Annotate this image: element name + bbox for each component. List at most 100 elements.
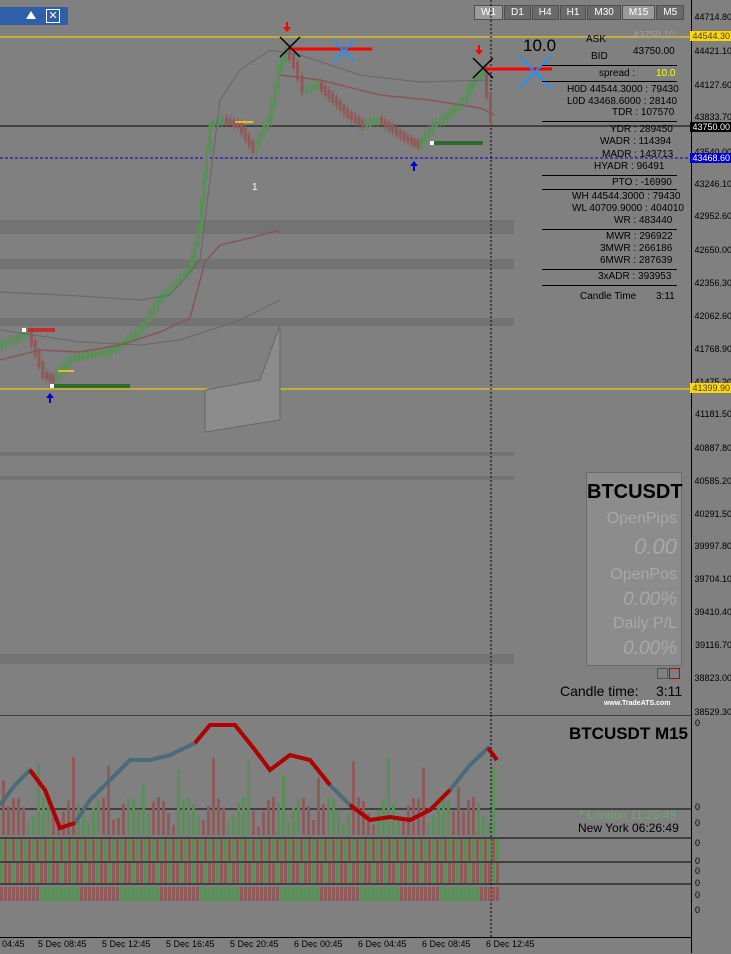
stripe-bar	[424, 839, 427, 861]
stripe-bar	[204, 887, 207, 901]
stripe-bar	[276, 839, 279, 861]
stripe-bar	[260, 839, 263, 861]
price-axis-label: 44127.60	[694, 80, 731, 90]
stripe-bar	[144, 887, 147, 901]
stripe-bar	[440, 839, 443, 861]
histogram-bar	[482, 815, 485, 835]
stripe-bar	[328, 839, 331, 861]
stripe-bar	[44, 887, 47, 901]
stripe-bar	[136, 839, 139, 861]
stripe-bar	[72, 887, 75, 901]
stripe-bar	[196, 839, 199, 861]
stripe-bar	[220, 887, 223, 901]
stripe-bar	[308, 839, 311, 861]
stripe-bar	[144, 863, 147, 883]
stripe-bar	[404, 887, 407, 901]
sub-axis-label: 0	[695, 866, 701, 876]
stripe-bar	[476, 863, 479, 883]
candle-body	[292, 54, 295, 68]
candle-body	[141, 322, 145, 332]
stripe-bar	[116, 887, 119, 901]
stripe-bar	[156, 863, 159, 883]
stripe-bar	[380, 863, 383, 883]
candle-body	[387, 122, 391, 131]
candle-body	[133, 329, 137, 340]
stripe-bar	[312, 887, 315, 901]
candle-body	[48, 373, 52, 382]
histogram-bar	[87, 822, 90, 835]
price-axis-label: 39410.40	[694, 607, 731, 617]
stripe-bar	[224, 839, 227, 861]
stripe-bar	[288, 887, 291, 901]
price-axis-label: 42356.30	[694, 278, 731, 288]
stripe-bar	[248, 863, 251, 883]
stripe-bar	[492, 839, 495, 861]
sub-axis-label: 0	[695, 856, 701, 866]
stripe-bar	[384, 887, 387, 901]
open-pos-value: 0.00%	[623, 589, 677, 610]
candle-body	[273, 83, 277, 107]
stripe-bar	[436, 863, 439, 883]
stripe-bar	[212, 863, 215, 883]
histogram-bar	[22, 807, 25, 835]
candle-body	[342, 104, 346, 115]
stripe-bar	[468, 839, 471, 861]
stripe-bar	[316, 839, 319, 861]
buy-arrow-icon	[46, 393, 54, 403]
stripe-bar	[332, 863, 335, 883]
pivot-dot	[50, 384, 54, 388]
stripe-bar	[476, 839, 479, 861]
candle-body	[22, 331, 26, 339]
stripe-bar	[340, 839, 343, 861]
panel-min-button[interactable]	[657, 668, 668, 679]
stripe-bar	[76, 839, 79, 861]
stripe-bar	[252, 863, 255, 883]
time-axis-label: 5 Dec 12:45	[102, 939, 151, 949]
stripe-bar	[364, 839, 367, 861]
stripe-bar	[88, 863, 91, 883]
histogram-bar	[292, 807, 295, 835]
panel-close-button[interactable]	[669, 668, 680, 679]
stripe-bar	[288, 863, 291, 883]
price-axis-label: 38529.30	[694, 707, 731, 717]
stripe-bar	[244, 863, 247, 883]
sub-axis-label: 0	[695, 878, 701, 888]
candle-body	[66, 357, 70, 368]
mwr6-value: 6MWR : 287639	[600, 255, 673, 266]
price-axis-label: 42650.00	[694, 245, 731, 255]
histogram-bar	[437, 802, 440, 835]
candle-body	[438, 117, 442, 126]
stripe-bar	[268, 887, 271, 901]
open-pos-label: OpenPos	[610, 566, 677, 583]
open-pips-label: OpenPips	[606, 510, 677, 527]
candle-body	[323, 85, 327, 96]
stripe-bar	[28, 863, 31, 883]
price-axis-label: 38823.00	[694, 673, 731, 683]
stripe-bar	[436, 839, 439, 861]
candle-body	[243, 128, 247, 141]
stripe-bar	[228, 887, 231, 901]
buy-arrow-icon	[410, 161, 418, 171]
stripe-bar	[136, 863, 139, 883]
chart-marker-label: 1	[252, 182, 258, 193]
stripe-bar	[20, 863, 23, 883]
candle-body	[331, 93, 335, 103]
histogram-bar	[347, 813, 350, 835]
stripe-bar	[272, 839, 275, 861]
stripe-bar	[356, 887, 359, 901]
candle-body	[420, 137, 423, 148]
stripe-bar	[424, 887, 427, 901]
stripe-bar	[108, 887, 111, 901]
histogram-bar	[152, 801, 155, 835]
stripe-bar	[236, 863, 239, 883]
candle-body	[308, 84, 312, 92]
stripe-bar	[188, 863, 191, 883]
histogram-bar	[107, 765, 110, 835]
candle-body	[11, 337, 15, 345]
stripe-bar	[264, 887, 267, 901]
stripe-bar	[348, 863, 351, 883]
stripe-bar	[208, 887, 211, 901]
candle-body	[148, 309, 152, 322]
histogram-bar	[277, 802, 280, 835]
daily-pl-label: Daily P/L	[612, 615, 677, 632]
